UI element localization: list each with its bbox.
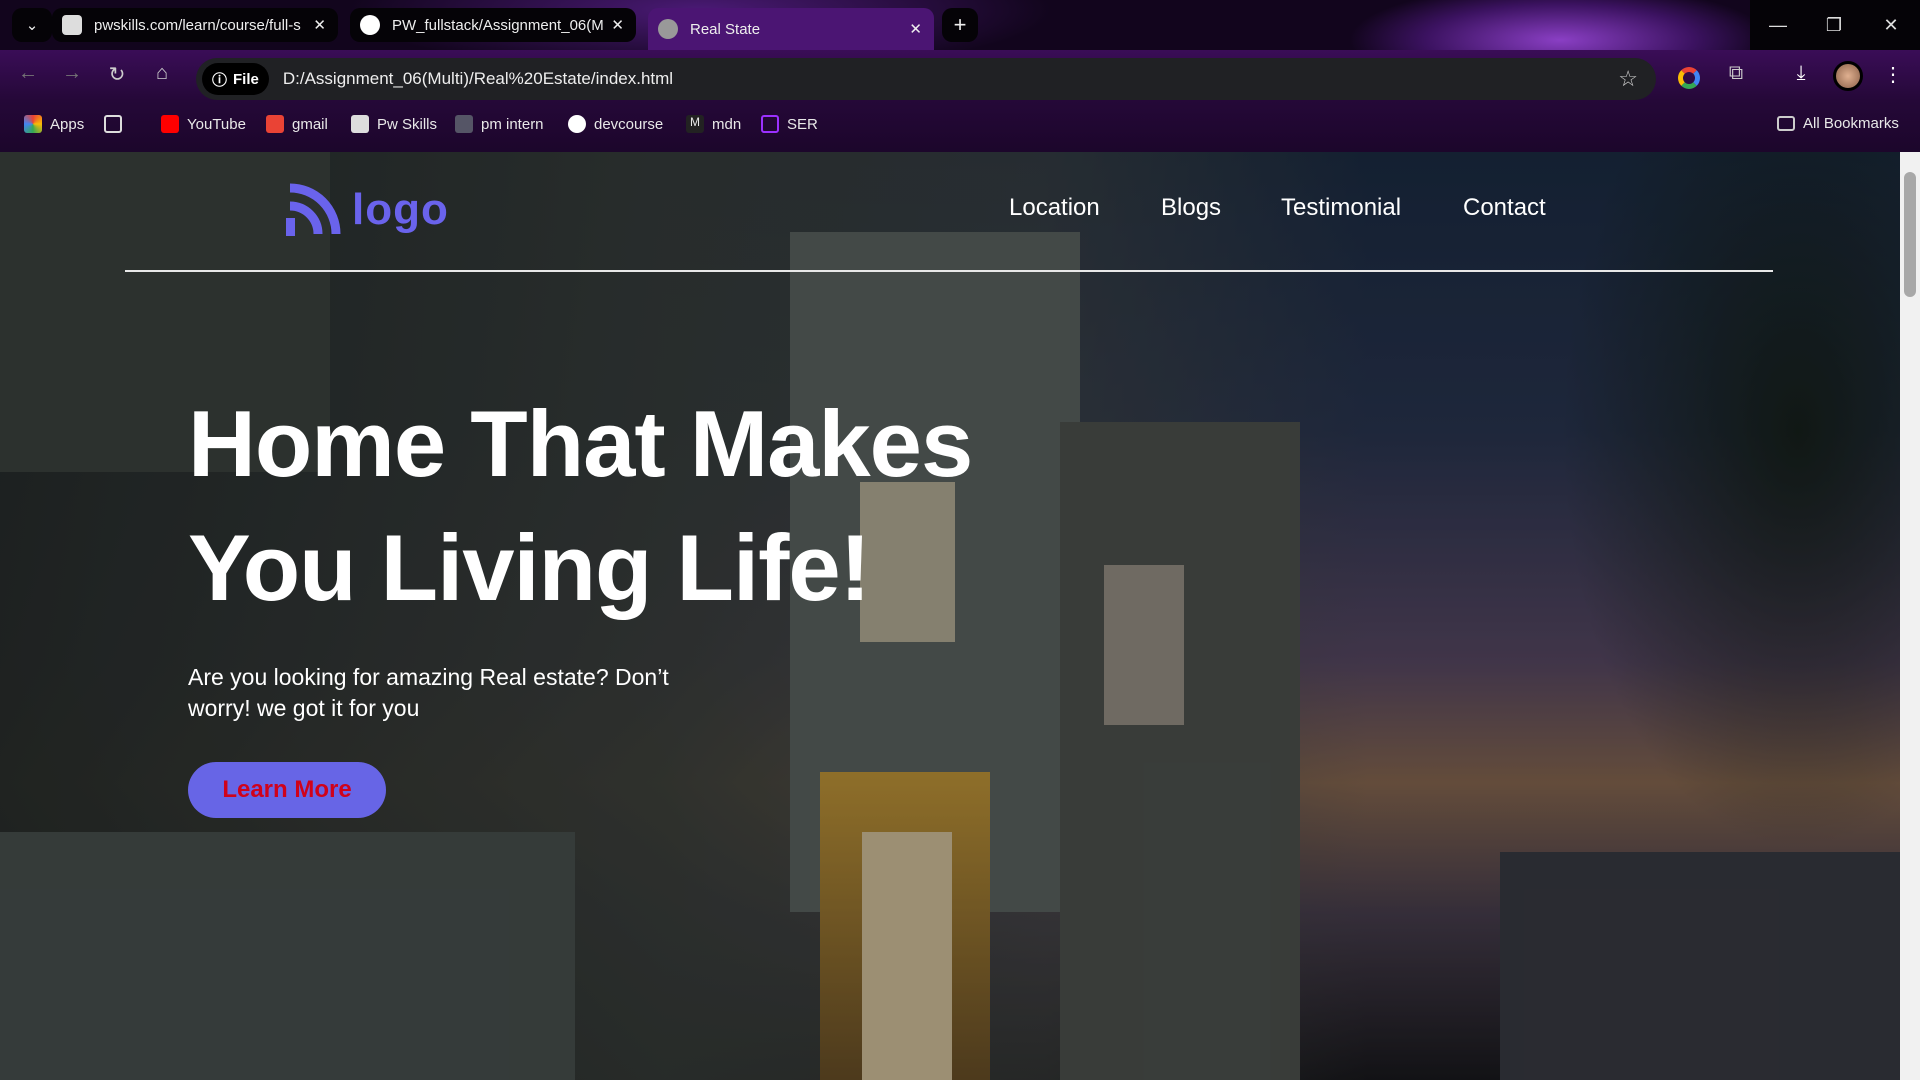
forward-button[interactable]: → bbox=[59, 62, 85, 85]
tab-real-state[interactable]: Real State ✕ bbox=[648, 8, 934, 50]
bookmark-ser[interactable]: SER bbox=[761, 115, 818, 133]
bookmark-devcourse[interactable]: devcourse bbox=[568, 115, 663, 133]
hero-subtext: Are you looking for amazing Real estate?… bbox=[188, 664, 669, 721]
extensions-puzzle-icon[interactable]: ⧉ bbox=[1723, 62, 1749, 85]
tab-title: Real State bbox=[690, 20, 761, 38]
all-bookmarks-label: All Bookmarks bbox=[1803, 115, 1899, 132]
tab-github[interactable]: PW_fullstack/Assignment_06(M ✕ bbox=[350, 8, 636, 42]
new-tab-button[interactable]: + bbox=[942, 8, 978, 42]
folder-icon bbox=[1777, 116, 1795, 131]
site-info-button[interactable]: ⓘ File bbox=[202, 63, 269, 95]
home-button[interactable]: ⌂ bbox=[149, 62, 175, 85]
file-chip-label: File bbox=[233, 70, 259, 88]
bookmark-label: Pw Skills bbox=[377, 115, 438, 133]
bookmark-label: YouTube bbox=[187, 115, 246, 133]
bookmark-apps[interactable]: Apps bbox=[24, 115, 84, 133]
download-icon[interactable]: ⤓ bbox=[1788, 62, 1814, 85]
tab-groups-button[interactable] bbox=[104, 115, 122, 133]
plus-icon: + bbox=[953, 12, 967, 37]
nav-contact[interactable]: Contact bbox=[1463, 194, 1546, 222]
header-divider bbox=[125, 270, 1773, 272]
tab-search-button[interactable]: ⌄ bbox=[12, 8, 52, 42]
mdn-icon: M bbox=[686, 115, 704, 133]
pm-intern-icon bbox=[455, 115, 473, 133]
bookmark-label: devcourse bbox=[594, 115, 664, 133]
bookmark-label: Apps bbox=[50, 115, 85, 133]
nav-testimonial[interactable]: Testimonial bbox=[1281, 194, 1401, 222]
github-icon bbox=[568, 115, 586, 133]
info-icon: ⓘ bbox=[212, 71, 228, 89]
apps-grid-icon bbox=[24, 115, 42, 133]
bookmark-mdn[interactable]: Mmdn bbox=[686, 115, 741, 133]
globe-icon bbox=[658, 19, 678, 39]
all-bookmarks-button[interactable]: All Bookmarks bbox=[1777, 115, 1899, 132]
logo[interactable]: logo bbox=[286, 182, 449, 238]
hero-section: logo Location Blogs Testimonial Contact … bbox=[0, 152, 1900, 1080]
address-bar[interactable]: ⓘ File D:/Assignment_06(Multi)/Real%20Est… bbox=[196, 58, 1656, 100]
ser-icon bbox=[761, 115, 779, 133]
close-tab-icon[interactable]: ✕ bbox=[909, 20, 922, 38]
reload-button[interactable]: ↻ bbox=[104, 62, 130, 87]
pwskills-favicon-icon bbox=[62, 15, 82, 35]
tab-title: PW_fullstack/Assignment_06(M bbox=[392, 16, 604, 34]
tab-pwskills[interactable]: pwskills.com/learn/course/full-s ✕ bbox=[52, 8, 338, 42]
tab-title: pwskills.com/learn/course/full-s bbox=[94, 16, 301, 34]
bookmark-label: gmail bbox=[292, 115, 328, 133]
bookmark-star-icon[interactable]: ☆ bbox=[1618, 66, 1638, 92]
logo-text: logo bbox=[352, 185, 449, 234]
learn-more-button[interactable]: Learn More bbox=[188, 762, 386, 818]
bookmark-label: pm intern bbox=[481, 115, 544, 133]
bookmark-label: SER bbox=[787, 115, 818, 133]
profile-avatar[interactable] bbox=[1833, 61, 1863, 91]
chevron-down-icon: ⌄ bbox=[25, 17, 39, 34]
restore-button[interactable]: ❐ bbox=[1806, 0, 1862, 50]
minimize-button[interactable]: — bbox=[1750, 0, 1806, 50]
gmail-icon bbox=[266, 115, 284, 133]
hero-headline: Home That Makes You Living Life! bbox=[188, 391, 973, 620]
bookmark-pm-intern[interactable]: pm intern bbox=[455, 115, 544, 133]
back-button[interactable]: ← bbox=[15, 62, 41, 85]
logo-icon bbox=[286, 183, 341, 236]
bookmark-pw-skills[interactable]: Pw Skills bbox=[351, 115, 437, 133]
grid-icon bbox=[104, 115, 122, 133]
color-extension-icon[interactable] bbox=[1678, 67, 1700, 89]
bookmark-label: mdn bbox=[712, 115, 742, 133]
nav-location[interactable]: Location bbox=[1009, 194, 1100, 222]
menu-kebab-icon[interactable]: ⋮ bbox=[1880, 62, 1906, 87]
scrollbar-thumb[interactable] bbox=[1904, 172, 1916, 297]
bookmark-youtube[interactable]: YouTube bbox=[161, 115, 246, 133]
youtube-icon bbox=[161, 115, 179, 133]
url-text[interactable]: D:/Assignment_06(Multi)/Real%20Estate/in… bbox=[283, 69, 673, 89]
tab-strip: ⌄ pwskills.com/learn/course/full-s ✕ PW_… bbox=[0, 0, 1920, 50]
close-window-button[interactable]: ✕ bbox=[1862, 0, 1920, 50]
github-favicon-icon bbox=[360, 15, 380, 35]
close-tab-icon[interactable]: ✕ bbox=[611, 16, 624, 34]
bookmark-gmail[interactable]: gmail bbox=[266, 115, 328, 133]
nav-blogs[interactable]: Blogs bbox=[1161, 194, 1221, 222]
pwskills-icon bbox=[351, 115, 369, 133]
scrollbar[interactable] bbox=[1900, 152, 1920, 1080]
close-tab-icon[interactable]: ✕ bbox=[313, 16, 326, 34]
